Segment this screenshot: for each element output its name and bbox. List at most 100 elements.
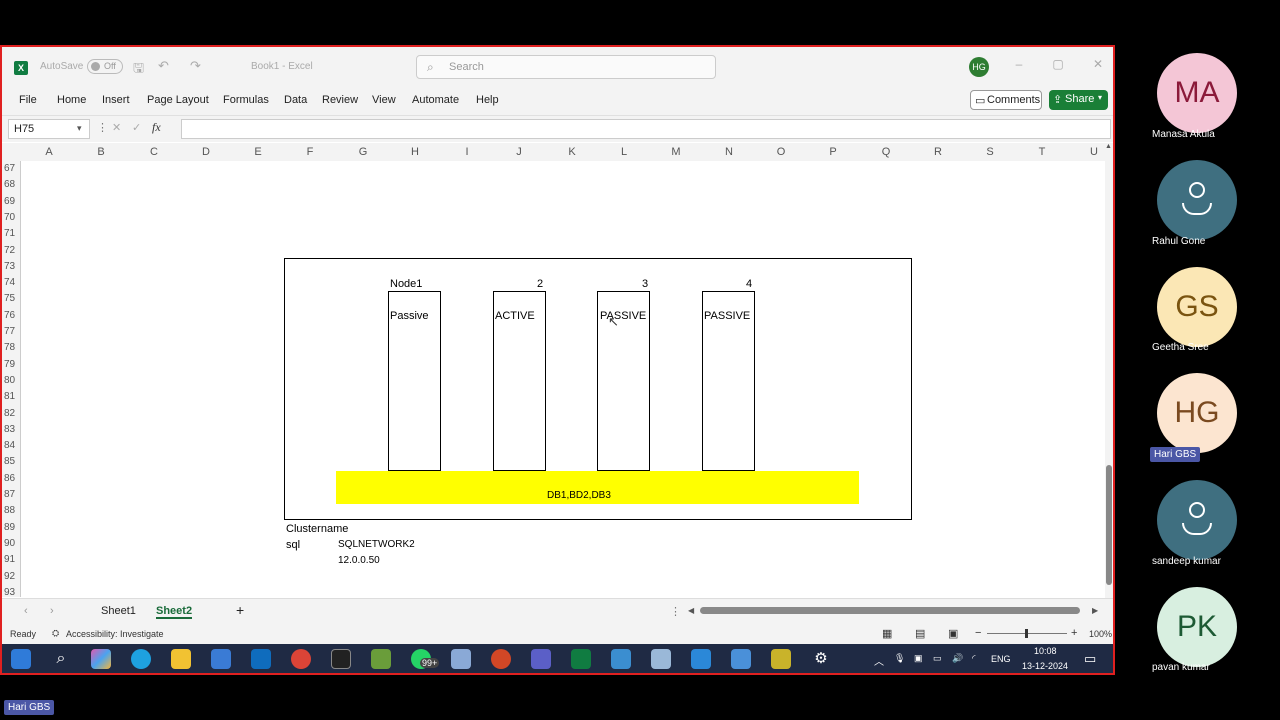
file-explorer-icon[interactable] [171,649,191,669]
zoom-level[interactable]: 100% [1089,629,1112,639]
row-header[interactable]: 69 [4,196,15,207]
column-header[interactable]: P [823,146,843,158]
column-header[interactable]: O [771,146,791,158]
row-header[interactable]: 72 [4,245,15,256]
worksheet-grid[interactable]: Node1 2 3 4 Passive ACTIVE PASSIVE PASSI… [21,161,1106,597]
tab-insert[interactable]: Insert [102,94,130,106]
notes-icon[interactable] [651,649,671,669]
notification-icon[interactable]: ▭ [1084,651,1096,667]
terminal-icon[interactable] [331,649,351,669]
column-header[interactable]: A [39,146,59,158]
column-header[interactable]: T [1032,146,1052,158]
column-header[interactable]: J [509,146,529,158]
column-header[interactable]: S [980,146,1000,158]
participant-avatar-rahul[interactable] [1157,160,1237,240]
excel-taskbar-icon[interactable] [571,649,591,669]
cancel-icon[interactable]: ✕ [112,121,121,134]
sheet-tab-sheet1[interactable]: Sheet1 [101,605,136,617]
user-avatar[interactable]: HG [969,57,989,77]
tab-home[interactable]: Home [57,94,86,106]
column-header[interactable]: L [614,146,634,158]
visual-studio-icon[interactable] [731,649,751,669]
row-header[interactable]: 86 [4,473,15,484]
tab-data[interactable]: Data [284,94,307,106]
minimize-icon[interactable]: – [1009,57,1029,71]
shared-storage-bar[interactable]: DB1,BD2,DB3 [336,471,859,504]
column-header[interactable]: R [928,146,948,158]
clock-date[interactable]: 13-12-2024 [1022,661,1068,671]
row-header[interactable]: 90 [4,538,15,549]
copilot-icon[interactable] [91,649,111,669]
row-header[interactable]: 80 [4,375,15,386]
insert-function-button[interactable]: fx [152,120,161,135]
row-header[interactable]: 87 [4,489,15,500]
name-box[interactable]: H75 ▾ [8,119,90,139]
undo-icon[interactable]: ↶ [158,58,169,74]
zoom-slider-knob[interactable] [1025,629,1028,638]
column-header[interactable]: K [562,146,582,158]
enter-icon[interactable]: ✓ [132,121,141,134]
photos-icon[interactable] [451,649,471,669]
column-header[interactable]: B [91,146,111,158]
column-header[interactable]: G [353,146,373,158]
participant-avatar-pavan[interactable]: PK [1157,587,1237,667]
chrome-icon[interactable] [291,649,311,669]
close-icon[interactable]: ✕ [1088,57,1108,71]
scroll-up-icon[interactable]: ▲ [1105,143,1112,150]
network-name-cell[interactable]: SQLNETWORK2 [338,539,415,550]
scroll-right-icon[interactable]: ▶ [1092,606,1098,615]
search-icon[interactable]: ⌕ [51,649,71,669]
sheet-tab-sheet2[interactable]: Sheet2 [156,605,193,619]
row-header[interactable]: 74 [4,277,15,288]
outlook-icon[interactable] [251,649,271,669]
normal-view-icon[interactable]: ▦ [882,627,892,640]
tab-view[interactable]: View [372,94,396,106]
sql-cell[interactable]: sql [286,539,300,551]
redo-icon[interactable]: ↷ [190,58,201,74]
edge-icon[interactable] [131,649,151,669]
row-header[interactable]: 81 [4,391,15,402]
column-header[interactable]: D [196,146,216,158]
scroll-left-icon[interactable]: ◀ [688,606,694,615]
horizontal-scroll-thumb[interactable] [700,607,1080,614]
search-box[interactable]: ⌕ Search [416,55,716,79]
row-header[interactable]: 93 [4,587,15,598]
row-header[interactable]: 70 [4,212,15,223]
tab-automate[interactable]: Automate [412,94,459,106]
tab-file[interactable]: File [19,94,37,106]
row-header[interactable]: 78 [4,342,15,353]
tab-page-layout[interactable]: Page Layout [147,94,209,106]
column-header[interactable]: N [719,146,739,158]
powerpoint-icon[interactable] [491,649,511,669]
snipping-tool-icon[interactable] [771,649,791,669]
more-icon[interactable]: ⋮ [97,121,108,134]
column-header[interactable]: H [405,146,425,158]
participant-avatar-sandeep[interactable] [1157,480,1237,560]
comments-button[interactable]: ▭ Comments [970,90,1042,110]
row-header[interactable]: 92 [4,571,15,582]
autosave-toggle[interactable]: Off [87,59,123,74]
row-header[interactable]: 85 [4,456,15,467]
column-header[interactable]: M [666,146,686,158]
zoom-slider[interactable] [987,629,1067,638]
tab-formulas[interactable]: Formulas [223,94,269,106]
clustername-cell[interactable]: Clustername [286,523,348,535]
add-sheet-icon[interactable]: + [236,602,244,618]
column-header[interactable]: F [300,146,320,158]
page-layout-view-icon[interactable]: ▤ [915,627,925,640]
language-indicator[interactable]: ENG [991,654,1011,664]
microphone-icon[interactable]: 🎙 [894,653,905,664]
participant-avatar-geetha[interactable]: GS [1157,267,1237,347]
column-header[interactable]: E [248,146,268,158]
page-break-view-icon[interactable]: ▣ [948,627,958,640]
wifi-icon[interactable]: ◜ [972,653,976,664]
notepad-icon[interactable] [371,649,391,669]
more-icon[interactable]: ⋮ [670,605,681,618]
vertical-scrollbar[interactable]: ▲ [1105,143,1113,598]
row-header[interactable]: 67 [4,163,15,174]
row-header[interactable]: 91 [4,554,15,565]
settings-gear-icon[interactable]: ⚙ [811,649,831,669]
row-header[interactable]: 76 [4,310,15,321]
row-header[interactable]: 71 [4,228,15,239]
row-header[interactable]: 89 [4,522,15,533]
